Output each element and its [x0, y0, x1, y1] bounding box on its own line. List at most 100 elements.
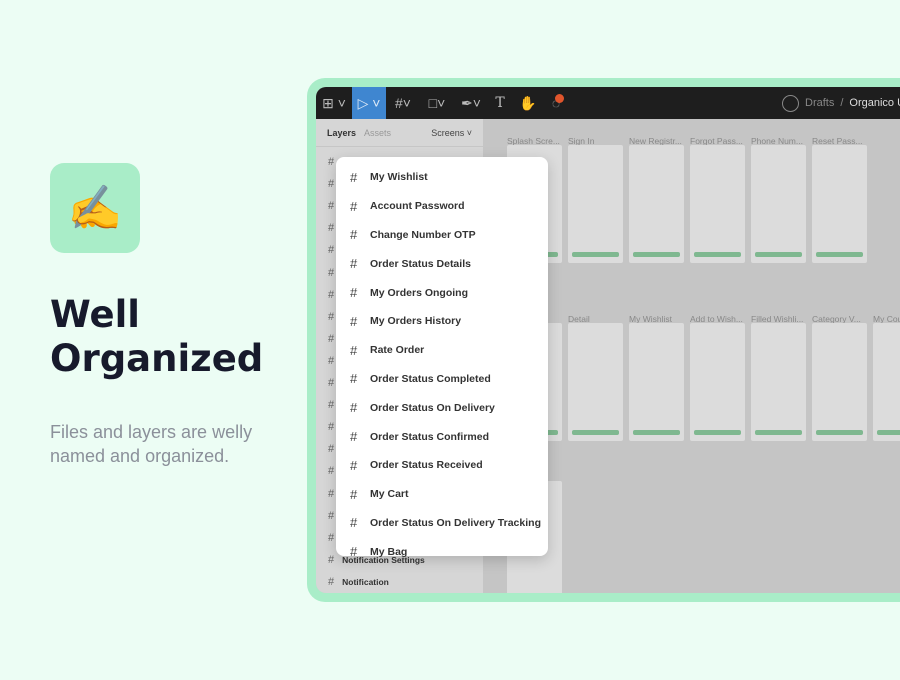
breadcrumb-drafts[interactable]: Drafts [805, 97, 834, 109]
frame-icon: # [350, 256, 358, 272]
frame-icon: # [328, 553, 335, 566]
frame-thumbnail[interactable] [873, 323, 900, 441]
layer-item[interactable]: # [328, 267, 334, 279]
dropdown-item[interactable]: # Order Status Details [336, 249, 548, 278]
frame-icon: # [328, 156, 335, 168]
layer-item[interactable]: # [328, 532, 334, 544]
move-tool-button[interactable]: ▷ ˅ [352, 87, 386, 119]
frame-icon: # [350, 400, 358, 416]
frame-icon: # [328, 377, 335, 389]
tab-assets[interactable]: Assets [364, 128, 391, 138]
text-icon: T [495, 95, 505, 111]
cursor-icon: ▷ ˅ [357, 94, 381, 111]
dropdown-item[interactable]: # My Orders History [336, 307, 548, 336]
dropdown-item[interactable]: # Rate Order [336, 336, 548, 365]
main-menu-button[interactable]: ⊞ ˅ [316, 87, 352, 119]
frame-icon: # [350, 227, 358, 243]
frame-icon: # [328, 200, 335, 213]
layer-item[interactable]: # [328, 244, 334, 256]
frame-icon: # [328, 443, 335, 456]
frame-icon: # [328, 222, 335, 235]
frame-icon: # [328, 244, 335, 257]
layer-item[interactable]: # [328, 222, 334, 234]
file-name[interactable]: Organico U [849, 97, 900, 109]
dropdown-item[interactable]: # My Orders Ongoing [336, 278, 548, 307]
app-icon-tile: ✍️ [50, 163, 140, 253]
frame-icon: # [350, 544, 358, 560]
shape-tool-button[interactable]: □˅ [422, 87, 452, 119]
dropdown-item[interactable]: # Order Status Completed [336, 365, 548, 394]
rectangle-icon: □˅ [428, 95, 446, 111]
frame-icon: # [350, 313, 358, 329]
frame-icon: # [350, 169, 358, 185]
frame-icon: # [328, 509, 335, 522]
frame-thumbnail[interactable] [690, 145, 745, 263]
frame-icon: # [350, 486, 358, 502]
dropdown-item[interactable]: # Order Status On Delivery [336, 393, 548, 422]
tab-layers[interactable]: Layers [327, 128, 356, 138]
pen-tool-button[interactable]: ✒˅ [456, 87, 486, 119]
dropdown-item[interactable]: # Change Number OTP [336, 221, 548, 250]
frame-icon: # [350, 515, 358, 531]
pen-icon: ✒˅ [461, 94, 481, 111]
comment-tool-button[interactable]: ◌ [544, 87, 568, 119]
layer-item[interactable]: # Notification [328, 576, 389, 588]
layer-item[interactable]: # [328, 443, 334, 455]
hand-icon: ✋ [519, 94, 537, 111]
frame-icon: # [328, 575, 335, 588]
frame-icon: # [328, 421, 335, 434]
dropdown-item[interactable]: # Order Status On Delivery Tracking [336, 509, 548, 538]
dropdown-item[interactable]: # Order Status Received [336, 451, 548, 480]
layer-item[interactable]: # [328, 488, 334, 500]
avatar[interactable] [782, 94, 799, 112]
frame-icon: # [350, 371, 358, 387]
page-selector[interactable]: Screens ˅ [431, 128, 472, 138]
frame-thumbnail[interactable] [568, 323, 623, 441]
frame-thumbnail[interactable] [812, 323, 867, 441]
layer-item[interactable]: # [328, 510, 334, 522]
frame-icon: # [328, 531, 335, 544]
frame-tool-button[interactable]: #˅ [388, 87, 418, 119]
frame-icon: # [328, 310, 335, 323]
toolbar: ⊞ ˅ ▷ ˅ #˅ □˅ ✒˅ T ✋ ◌ Drafts / Organico… [316, 87, 900, 119]
dropdown-item[interactable]: # Order Status Confirmed [336, 422, 548, 451]
layer-item[interactable]: # [328, 311, 334, 323]
frame-icon: # [328, 178, 335, 191]
frame-icon: # [328, 288, 335, 301]
frame-thumbnail[interactable] [751, 323, 806, 441]
frame-icon: # [350, 429, 358, 445]
layer-item[interactable]: # [328, 289, 334, 301]
frame-icon: # [350, 198, 358, 214]
frame-icon: # [328, 266, 335, 279]
dropdown-item[interactable]: # My Cart [336, 480, 548, 509]
hero-title: Well Organized [50, 293, 264, 380]
frame-icon: # [350, 457, 358, 473]
frame-icon: # [328, 354, 335, 367]
frame-icon: # [328, 399, 335, 412]
figma-logo-icon: ⊞ ˅ [322, 94, 346, 111]
frame-thumbnail[interactable] [629, 323, 684, 441]
layer-item[interactable]: # [328, 178, 334, 190]
frame-thumbnail[interactable] [690, 323, 745, 441]
breadcrumb: Drafts / Organico U [782, 87, 900, 119]
layer-item[interactable]: # [328, 333, 334, 345]
layers-dropdown: # My Wishlist # Account Password # Change Num… [336, 157, 548, 559]
dropdown-item[interactable]: # My Wishlist [336, 163, 548, 192]
layer-item[interactable]: # [328, 399, 334, 411]
layer-item[interactable]: # [328, 421, 334, 433]
hero-subtitle: Files and layers are welly named and org… [50, 422, 253, 466]
frame-thumbnail[interactable] [629, 145, 684, 263]
dropdown-item[interactable]: # Account Password [336, 192, 548, 221]
frame-thumbnail[interactable] [812, 145, 867, 263]
hand-tool-button[interactable]: ✋ [516, 87, 540, 119]
layer-item[interactable]: # [328, 465, 334, 477]
frame-icon: # [328, 487, 335, 500]
frame-thumbnail[interactable] [751, 145, 806, 263]
dropdown-item[interactable]: # My Bag [336, 537, 548, 566]
text-tool-button[interactable]: T [488, 87, 512, 119]
layer-item[interactable]: # [328, 200, 334, 212]
frame-thumbnail[interactable] [568, 145, 623, 263]
layer-item[interactable]: # [328, 355, 334, 367]
frame-icon: # [350, 285, 358, 301]
layer-item[interactable]: # [328, 377, 334, 389]
